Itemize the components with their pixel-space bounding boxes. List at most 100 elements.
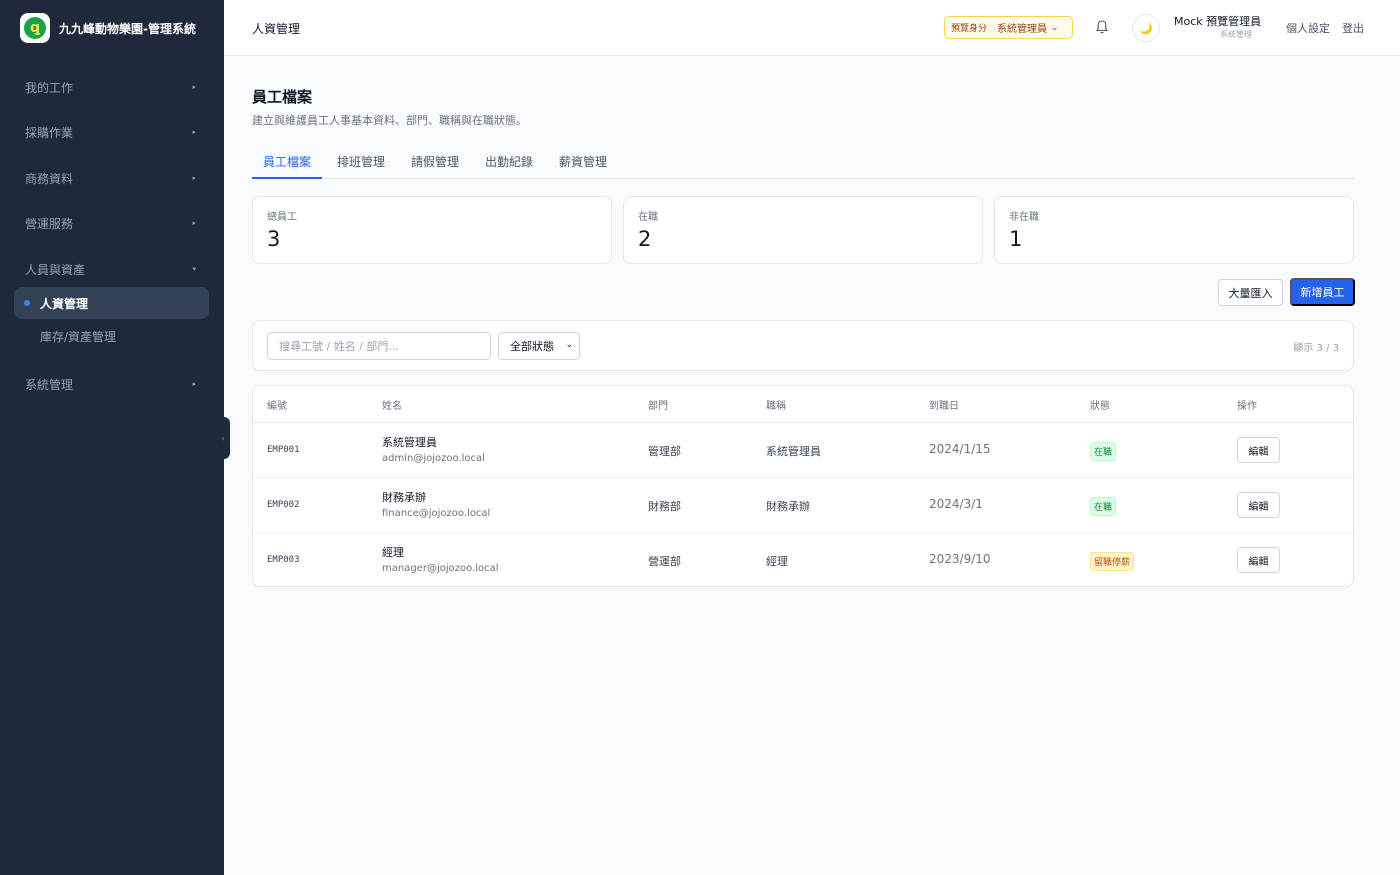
employee-id: EMP003 <box>267 555 300 565</box>
chevron-down-icon: ⌄ <box>565 340 573 350</box>
table-row[interactable]: EMP002 財務承辦 finance@jojozoo.local 財務部 財務… <box>253 478 1353 533</box>
tab-attendance[interactable]: 出勤紀錄 <box>474 144 544 179</box>
edit-button[interactable]: 編輯 <box>1237 547 1280 573</box>
column-header: 職稱 <box>766 401 786 412</box>
chevron-right-icon: ▸ <box>192 128 196 136</box>
sidebar-group-system[interactable]: 系統管理 ▸ <box>0 364 224 404</box>
employee-name-cell: 經理 manager@jojozoo.local <box>382 544 499 574</box>
stat-label: 總員工 <box>267 212 297 223</box>
user-role: 系統管理 <box>1220 30 1252 39</box>
employee-id: EMP002 <box>267 500 300 510</box>
stat-label: 在職 <box>638 212 658 223</box>
chevron-right-icon: ▸ <box>192 174 196 182</box>
bell-icon[interactable] <box>1094 19 1110 35</box>
settings-link[interactable]: 個人設定 <box>1286 20 1330 36</box>
employee-name-cell: 財務承辦 finance@jojozoo.local <box>382 489 490 519</box>
theme-toggle-button[interactable]: 🌙 <box>1132 14 1160 42</box>
top-bar: 人資管理 預覽身分 系統管理員 ⌄ 🌙 Mock 預覽管理員 系統管理 個人設定… <box>224 0 1400 56</box>
add-employee-button[interactable]: 新增員工 <box>1290 278 1355 306</box>
page-description: 建立與維護員工人事基本資料、部門、職稱與在職狀態。 <box>252 114 527 127</box>
chevron-right-icon: ▸ <box>192 380 196 388</box>
sidebar-collapse-toggle[interactable]: ‹ <box>216 417 230 459</box>
chevron-down-icon: ▾ <box>192 265 196 273</box>
column-header: 狀態 <box>1090 401 1110 412</box>
chevron-left-icon: ‹ <box>221 433 225 443</box>
column-header: 操作 <box>1237 401 1257 412</box>
employee-email: finance@jojozoo.local <box>382 508 491 519</box>
sidebar-group-my-work[interactable]: 我的工作 ▸ <box>0 67 224 107</box>
employee-table: 編號 姓名 部門 職稱 到職日 狀態 操作 EMP001 系統管理員 admin… <box>252 385 1354 587</box>
tab-payroll[interactable]: 薪資管理 <box>548 144 618 179</box>
status-badge: 在職 <box>1090 442 1117 461</box>
sidebar: ꝗ 九九峰動物樂園-管理系統 我的工作 ▸ 採購作業 ▸ 商務資料 ▸ 營運服務… <box>0 0 224 875</box>
employee-title: 經理 <box>766 555 788 568</box>
employee-title: 財務承辦 <box>766 500 810 513</box>
tab-leave[interactable]: 請假管理 <box>400 144 470 179</box>
sidebar-group-purchasing[interactable]: 採購作業 ▸ <box>0 112 224 152</box>
employee-dept: 財務部 <box>648 500 681 513</box>
moon-icon: 🌙 <box>1139 21 1153 35</box>
sidebar-group-label: 人員與資產 <box>25 262 86 277</box>
sidebar-item-hr[interactable]: 人資管理 <box>14 287 209 319</box>
brand[interactable]: ꝗ 九九峰動物樂園-管理系統 <box>0 0 224 56</box>
logout-link[interactable]: 登出 <box>1342 20 1364 36</box>
table-row[interactable]: EMP001 系統管理員 admin@jojozoo.local 管理部 系統管… <box>253 423 1353 478</box>
chevron-down-icon: ⌄ <box>1051 22 1059 33</box>
employee-name-cell: 系統管理員 admin@jojozoo.local <box>382 434 485 464</box>
tab-employee-records[interactable]: 員工檔案 <box>252 144 322 179</box>
table-row[interactable]: EMP003 經理 manager@jojozoo.local 營運部 經理 2… <box>253 533 1353 586</box>
preview-value: 系統管理員 <box>997 24 1048 35</box>
employee-id: EMP001 <box>267 445 300 455</box>
edit-button[interactable]: 編輯 <box>1237 492 1280 518</box>
status-select[interactable]: 全部狀態 ⌄ <box>498 332 580 360</box>
tab-scheduling[interactable]: 排班管理 <box>326 144 396 179</box>
stat-value: 2 <box>638 227 652 251</box>
hire-date: 2024/1/15 <box>929 442 991 456</box>
sidebar-group-label: 商務資料 <box>25 171 74 186</box>
sidebar-group-label: 採購作業 <box>25 125 74 140</box>
app-title: 九九峰動物樂園-管理系統 <box>59 21 196 36</box>
sidebar-group-people-assets[interactable]: 人員與資產 ▾ <box>0 249 224 289</box>
column-header: 到職日 <box>929 401 959 412</box>
preview-label: 預覽身分 <box>951 24 988 34</box>
bulk-import-button[interactable]: 大量匯入 <box>1218 279 1283 306</box>
employee-email: manager@jojozoo.local <box>382 563 499 574</box>
sidebar-item-label: 人資管理 <box>40 296 89 311</box>
sidebar-group-label: 系統管理 <box>25 377 74 392</box>
sidebar-group-label: 我的工作 <box>25 80 74 95</box>
employee-dept: 營運部 <box>648 555 681 568</box>
result-count: 顯示 3 / 3 <box>1293 343 1339 354</box>
edit-button[interactable]: 編輯 <box>1237 437 1280 463</box>
stat-label: 非在職 <box>1009 212 1039 223</box>
preview-identity-select[interactable]: 預覽身分 系統管理員 ⌄ <box>944 16 1073 39</box>
table-header: 編號 姓名 部門 職稱 到職日 狀態 操作 <box>253 386 1353 423</box>
column-header: 部門 <box>648 401 668 412</box>
employee-name: 系統管理員 <box>382 436 437 449</box>
app-logo: ꝗ <box>20 13 50 43</box>
stat-card-active: 在職 2 <box>623 196 983 264</box>
logo-mark-icon: ꝗ <box>24 17 46 39</box>
hire-date: 2024/3/1 <box>929 497 983 511</box>
filter-bar: 全部狀態 ⌄ 顯示 3 / 3 <box>252 320 1354 371</box>
status-select-value: 全部狀態 <box>510 340 554 353</box>
hire-date: 2023/9/10 <box>929 552 991 566</box>
tab-bar: 員工檔案 排班管理 請假管理 出勤紀錄 薪資管理 <box>252 144 1354 179</box>
stat-value: 1 <box>1009 227 1023 251</box>
employee-title: 系統管理員 <box>766 445 821 458</box>
stat-value: 3 <box>267 227 281 251</box>
chevron-right-icon: ▸ <box>192 219 196 227</box>
search-input[interactable] <box>267 332 491 360</box>
active-dot-icon <box>24 300 30 306</box>
employee-name: 經理 <box>382 546 404 559</box>
stat-card-inactive: 非在職 1 <box>994 196 1354 264</box>
column-header: 編號 <box>267 401 287 412</box>
sidebar-item-inventory[interactable]: 庫存/資產管理 <box>40 328 116 345</box>
sidebar-group-label: 營運服務 <box>25 216 74 231</box>
employee-dept: 管理部 <box>648 445 681 458</box>
status-badge: 留職停薪 <box>1090 552 1135 571</box>
employee-email: admin@jojozoo.local <box>382 453 485 464</box>
stat-card-total: 總員工 3 <box>252 196 612 264</box>
sidebar-group-business-data[interactable]: 商務資料 ▸ <box>0 158 224 198</box>
page-title: 員工檔案 <box>252 88 313 106</box>
sidebar-group-operations[interactable]: 營運服務 ▸ <box>0 203 224 243</box>
